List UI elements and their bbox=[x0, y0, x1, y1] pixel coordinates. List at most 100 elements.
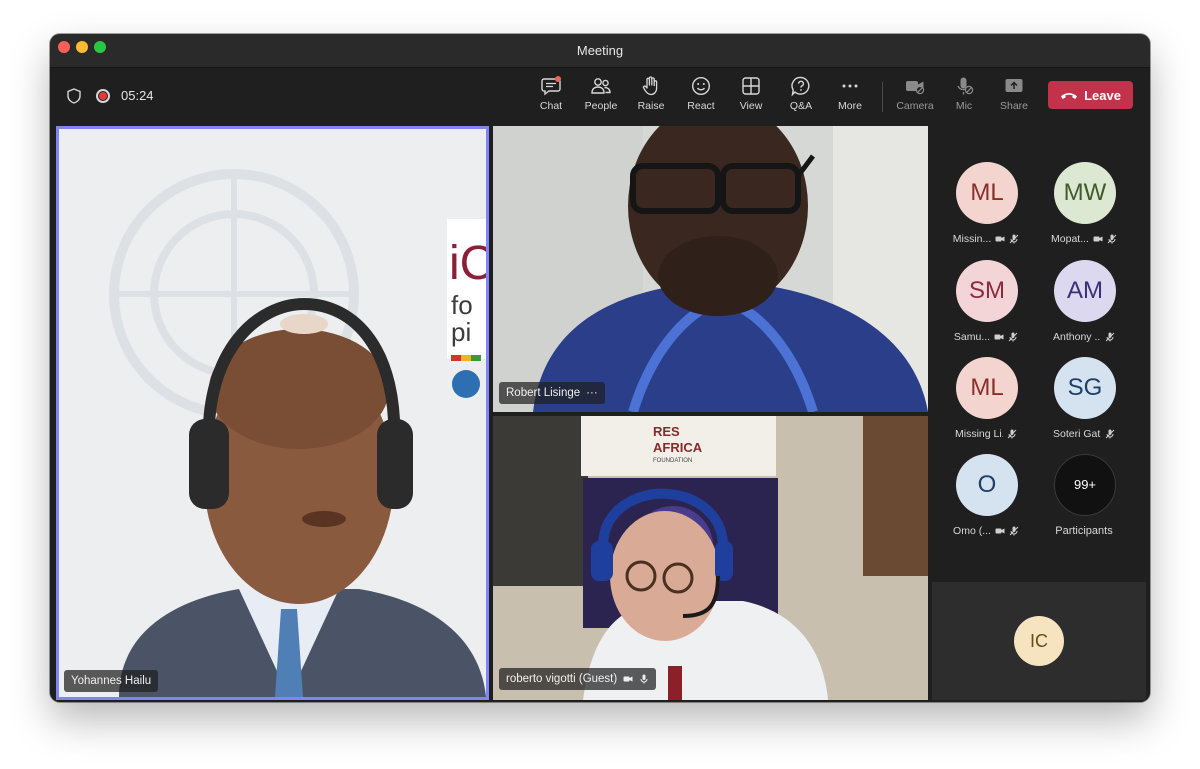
recording-indicator-icon bbox=[96, 89, 110, 103]
share-button[interactable]: Share bbox=[989, 75, 1039, 121]
mic-off-icon bbox=[1107, 234, 1117, 244]
participant-roster: ML Missin... MW Mopat... SM Samu... AM Anthony … bbox=[932, 126, 1146, 578]
participant-name: Robert Lisinge bbox=[506, 387, 581, 399]
participant-name-tag: roberto vigotti (Guest) bbox=[499, 668, 657, 690]
participant-name: Anthony ... bbox=[1053, 331, 1101, 343]
camera-off-icon bbox=[906, 81, 925, 95]
roster-participant[interactable]: ML Missing Li... bbox=[937, 357, 1035, 452]
video-tile-main-speaker[interactable]: iC fo pi Yohannes Hailu bbox=[56, 126, 489, 700]
hand-icon bbox=[642, 76, 658, 96]
participant-name: Missing Li... bbox=[955, 428, 1003, 440]
qa-button[interactable]: Q&A bbox=[776, 75, 826, 121]
tile-options-icon[interactable]: ··· bbox=[586, 382, 598, 404]
mic-off-icon bbox=[640, 674, 648, 684]
raise-label: Raise bbox=[637, 100, 665, 112]
people-icon bbox=[591, 78, 611, 94]
question-bubble-icon bbox=[791, 76, 810, 97]
camera-off-icon bbox=[995, 236, 1005, 242]
participant-avatar: MW bbox=[1054, 162, 1116, 224]
svg-text:fo: fo bbox=[451, 290, 473, 320]
mic-off-icon bbox=[1105, 332, 1115, 342]
meeting-timer: 05:24 bbox=[121, 88, 154, 103]
participant-row-label: Anthony ... bbox=[1035, 330, 1133, 344]
participant-row-label: Mopat... bbox=[1035, 232, 1133, 246]
meeting-toolbar: 05:24 Chat People Raise React View Q&A M… bbox=[50, 68, 1150, 126]
participant-row-label: Samu... bbox=[937, 330, 1035, 344]
ellipsis-icon bbox=[842, 84, 858, 88]
svg-text:iC: iC bbox=[449, 237, 486, 290]
banner-res: RES bbox=[653, 424, 680, 439]
people-button[interactable]: People bbox=[576, 75, 626, 121]
unread-badge bbox=[555, 76, 561, 82]
raise-hand-button[interactable]: Raise bbox=[626, 75, 676, 121]
meeting-window: Meeting 05:24 Chat People Raise React Vi… bbox=[50, 34, 1150, 702]
participant-avatar: ML bbox=[956, 162, 1018, 224]
participant-row-label: Omo (... bbox=[937, 524, 1035, 538]
participant-row-label: Soteri Gat... bbox=[1035, 427, 1133, 441]
svg-text:pi: pi bbox=[451, 317, 471, 347]
more-button[interactable]: More bbox=[825, 75, 875, 121]
leave-button[interactable]: Leave bbox=[1048, 81, 1133, 109]
camera-off-icon bbox=[1093, 236, 1103, 242]
roster-participant[interactable]: SM Samu... bbox=[937, 260, 1035, 355]
self-view[interactable]: IC bbox=[932, 582, 1146, 700]
react-button[interactable]: React bbox=[676, 75, 726, 121]
participant-avatar: O bbox=[956, 454, 1018, 516]
participant-name: Missin... bbox=[952, 233, 992, 245]
camera-off-icon bbox=[995, 528, 1005, 534]
participant-name: Omo (... bbox=[953, 525, 991, 537]
participant-name: Soteri Gat... bbox=[1053, 428, 1101, 440]
participant-video-feed: RES AFRICA FOUNDATION bbox=[493, 416, 928, 700]
toolbar-divider bbox=[882, 82, 883, 112]
hang-up-icon bbox=[1061, 93, 1078, 99]
roster-participant[interactable]: AM Anthony ... bbox=[1035, 260, 1133, 355]
more-participants-button[interactable]: 99+ Participants bbox=[1035, 454, 1133, 549]
speaker-name: Yohannes Hailu bbox=[71, 675, 152, 687]
view-label: View bbox=[739, 100, 763, 112]
roster-participant[interactable]: MW Mopat... bbox=[1035, 162, 1133, 257]
leave-label: Leave bbox=[1084, 87, 1121, 103]
banner-africa: AFRICA bbox=[653, 440, 703, 455]
roster-participant[interactable]: O Omo (... bbox=[937, 454, 1035, 549]
self-avatar: IC bbox=[1014, 616, 1064, 666]
participant-row-label: Missing Li... bbox=[937, 427, 1035, 441]
view-button[interactable]: View bbox=[726, 75, 776, 121]
participant-name: Mopat... bbox=[1051, 233, 1089, 245]
more-label: More bbox=[838, 100, 862, 112]
participant-name-tag: Robert Lisinge ··· bbox=[499, 382, 605, 404]
participant-count: 99+ bbox=[1054, 454, 1116, 516]
participants-label: Participants bbox=[1055, 525, 1113, 537]
video-stage: iC fo pi Yohannes Hailu bbox=[50, 126, 1150, 702]
mic-off-icon bbox=[1105, 429, 1115, 439]
mic-off-icon bbox=[1009, 526, 1019, 536]
title-bar: Meeting bbox=[50, 34, 1150, 68]
camera-off-icon bbox=[623, 676, 633, 682]
speaker-video-feed: iC fo pi bbox=[59, 129, 486, 697]
mic-off-icon bbox=[1007, 429, 1017, 439]
camera-button[interactable]: Camera bbox=[890, 75, 940, 121]
participant-video-feed bbox=[493, 126, 928, 412]
video-tile-robert-lisinge[interactable]: Robert Lisinge ··· bbox=[493, 126, 928, 412]
roster-participant[interactable]: ML Missin... bbox=[937, 162, 1035, 257]
mic-label: Mic bbox=[955, 100, 973, 112]
participant-name: roberto vigotti (Guest) bbox=[506, 673, 618, 685]
participant-name-tag: Yohannes Hailu bbox=[64, 670, 159, 692]
participant-avatar: SM bbox=[956, 260, 1018, 322]
participant-name: Samu... bbox=[953, 331, 991, 343]
mic-off-icon bbox=[1009, 234, 1019, 244]
qa-label: Q&A bbox=[789, 100, 813, 112]
roster-participant[interactable]: SG Soteri Gat... bbox=[1035, 357, 1133, 452]
chat-button[interactable]: Chat bbox=[526, 75, 576, 121]
window-title: Meeting bbox=[576, 43, 624, 58]
react-label: React bbox=[687, 100, 715, 112]
share-icon bbox=[1005, 79, 1023, 92]
participant-avatar: AM bbox=[1054, 260, 1116, 322]
video-tile-roberto-vigotti[interactable]: RES AFRICA FOUNDATION roberto vigotti (G… bbox=[493, 416, 928, 700]
share-label: Share bbox=[999, 100, 1029, 112]
banner-foundation: FOUNDATION bbox=[653, 458, 692, 464]
mic-off-icon bbox=[957, 77, 974, 95]
camera-label: Camera bbox=[896, 100, 934, 112]
mic-button[interactable]: Mic bbox=[939, 75, 989, 121]
participant-row-label: Missin... bbox=[937, 232, 1035, 246]
participant-avatar: ML bbox=[956, 357, 1018, 419]
